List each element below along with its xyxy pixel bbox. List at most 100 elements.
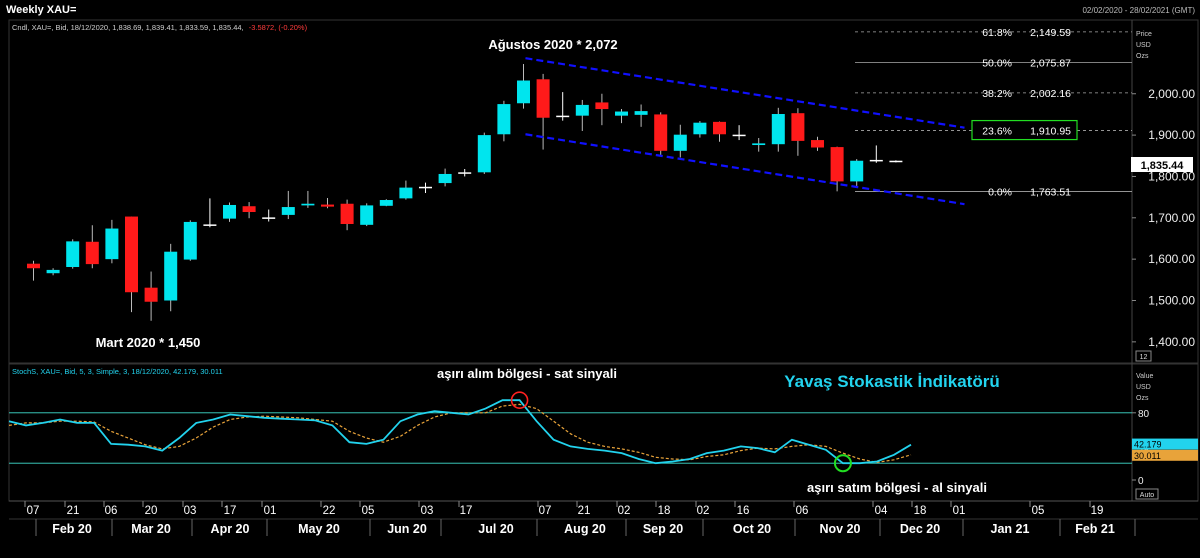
candle-up	[164, 251, 178, 301]
stoch-panel-frame	[8, 363, 1199, 502]
week-label: 05	[1032, 505, 1045, 517]
candle-doji	[732, 134, 746, 137]
fib-value-label: 2,149.59	[1030, 27, 1071, 39]
low-annotation: Mart 2020 * 1,450	[96, 335, 201, 350]
candle-down	[713, 121, 726, 135]
week-label: 02	[618, 505, 631, 517]
fibonacci-levels: 61.8% 2,149.59 50.0% 2,075.87 38.2% 2,002.16 2…	[855, 27, 1132, 199]
candle-down	[125, 216, 138, 293]
window-title: Weekly XAU=	[6, 4, 76, 16]
chart-svg: Weekly XAU= 02/02/2020 - 28/02/2021 (GMT…	[6, 4, 1199, 536]
stoch-d-value: 30.011	[1134, 451, 1161, 461]
candle-up	[105, 228, 119, 260]
week-label: 17	[224, 505, 237, 517]
week-label: 20	[145, 505, 158, 517]
candle-doji	[556, 115, 570, 118]
week-label: 01	[953, 505, 966, 517]
candle-up	[517, 80, 530, 104]
fib-value-label: 1,763.51	[1030, 187, 1071, 199]
candle-up	[752, 143, 766, 146]
month-label: Nov 20	[820, 522, 861, 536]
candle-up	[379, 200, 393, 206]
fib-value-label: 1,910.95	[1030, 126, 1071, 138]
candle-up	[850, 160, 864, 182]
week-label: 16	[737, 505, 750, 517]
candle-up	[360, 205, 374, 225]
price-tick-label: 1,900.00	[1148, 128, 1195, 142]
candle-down	[144, 287, 158, 302]
candle-doji	[869, 159, 883, 162]
candle-up	[281, 207, 295, 215]
price-tick-label: 1,400.00	[1148, 335, 1195, 349]
month-label: Aug 20	[564, 522, 606, 536]
candlesticks	[27, 63, 903, 321]
chart-root: Weekly XAU= 02/02/2020 - 28/02/2021 (GMT…	[0, 0, 1200, 553]
candle-up	[183, 221, 197, 260]
price-y-axis: 1,400.001,500.001,600.001,700.001,800.00…	[1132, 87, 1195, 349]
stoch-legend: StochS, XAU=, Bid, 5, 3, Simple, 3, 18/1…	[12, 367, 223, 376]
fib-pct-label: 61.8%	[982, 27, 1012, 39]
candle-up	[399, 187, 413, 199]
fib-pct-label: 38.2%	[982, 88, 1012, 100]
candle-up	[673, 134, 687, 151]
week-label: 03	[421, 505, 434, 517]
month-label: May 20	[298, 522, 340, 536]
trend-channel	[525, 57, 965, 206]
price-axis-label-unit: Ozs	[1136, 53, 1149, 60]
candle-down	[595, 102, 609, 110]
week-label: 03	[184, 505, 197, 517]
candle-doji	[203, 224, 217, 226]
week-label: 06	[796, 505, 809, 517]
scale-badge[interactable]: 12	[1140, 354, 1148, 361]
price-legend-values: Cndl, XAU=, Bid, 18/12/2020, 1,838.69, 1…	[12, 23, 244, 32]
last-price-label: 1,835.44	[1141, 160, 1185, 172]
candle-up	[301, 203, 315, 206]
candle-down	[321, 204, 334, 207]
candle-doji	[889, 160, 903, 163]
month-label: Feb 20	[52, 522, 92, 536]
candle-down	[830, 147, 844, 182]
week-label: 19	[1091, 505, 1104, 517]
price-axis-label-price: Price	[1136, 31, 1152, 38]
price-tick-label: 2,000.00	[1148, 87, 1195, 101]
candle-doji	[419, 186, 432, 189]
month-label: Jan 21	[991, 522, 1030, 536]
price-tick-label: 1,700.00	[1148, 211, 1195, 225]
fib-pct-label: 50.0%	[982, 57, 1012, 69]
week-label: 04	[875, 505, 888, 517]
fib-value-label: 2,002.16	[1030, 88, 1071, 100]
auto-badge[interactable]: Auto	[1140, 492, 1155, 499]
stoch-k-value: 42.179	[1134, 440, 1162, 450]
channel-lower-line	[525, 133, 965, 206]
stoch-axis-label-currency: USD	[1136, 384, 1151, 391]
candle-doji	[262, 217, 276, 219]
price-tick-label: 1,600.00	[1148, 252, 1195, 266]
week-label: 01	[264, 505, 277, 517]
fib-value-label: 2,075.87	[1030, 57, 1071, 69]
candle-up	[771, 114, 785, 145]
week-label: 21	[67, 505, 80, 517]
month-label: Mar 20	[131, 522, 171, 536]
candle-up	[575, 104, 589, 116]
candle-down	[242, 206, 256, 213]
candle-down	[654, 114, 668, 151]
month-label: Sep 20	[643, 522, 683, 536]
stoch-axis-label-unit: Ozs	[1136, 395, 1149, 402]
price-legend: Cndl, XAU=, Bid, 18/12/2020, 1,838.69, 1…	[12, 23, 308, 32]
fib-pct-label: 23.6%	[982, 126, 1012, 138]
candle-down	[791, 113, 805, 141]
month-label: Apr 20	[211, 522, 250, 536]
date-range: 02/02/2020 - 28/02/2021 (GMT)	[1082, 6, 1195, 15]
candle-up	[615, 111, 628, 116]
candle-up	[223, 204, 236, 219]
candle-down	[85, 241, 99, 265]
week-label: 21	[578, 505, 591, 517]
stoch-title: Yavaş Stokastik İndikatörü	[784, 372, 999, 391]
candle-down	[536, 79, 550, 118]
stoch-tick-label: 0	[1138, 476, 1144, 487]
candle-up	[497, 104, 511, 135]
stoch-k-line	[8, 399, 912, 465]
candle-up	[46, 269, 60, 274]
week-label: 17	[460, 505, 473, 517]
candle-up	[634, 111, 648, 115]
